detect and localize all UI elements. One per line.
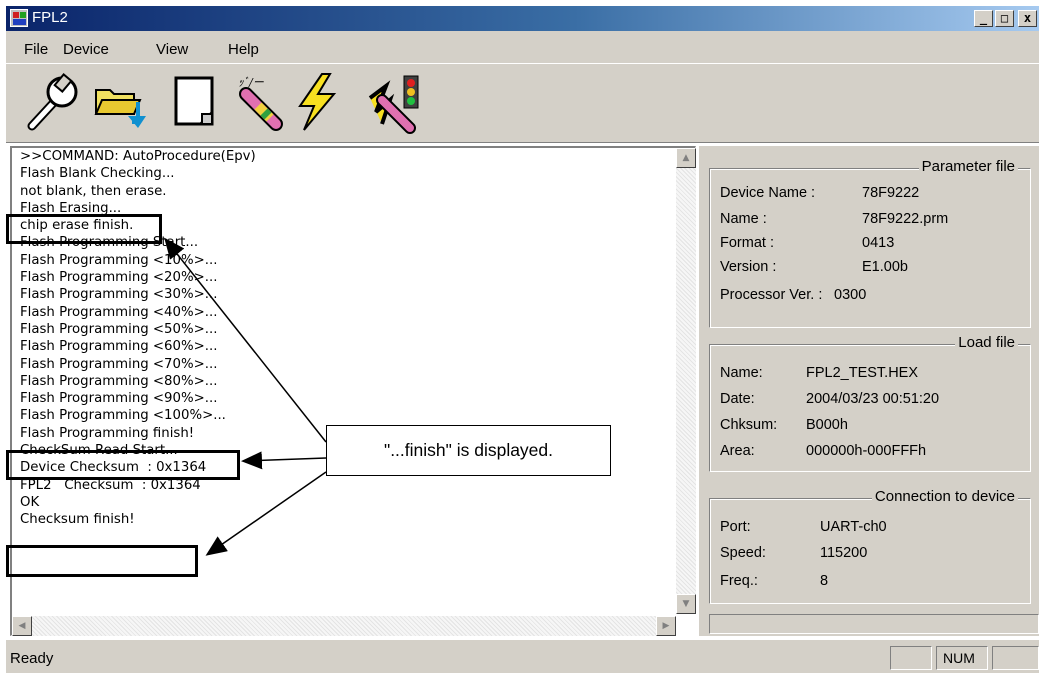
lightning-program-icon[interactable]: [286, 70, 348, 134]
param-label: Processor Ver. :: [720, 287, 823, 303]
verify-eraser-icon[interactable]: ｯﾞ/ー: [232, 70, 294, 134]
log-line: Flash Programming <80%>...: [20, 373, 218, 389]
load-value: B000h: [806, 417, 848, 433]
app-icon[interactable]: [10, 9, 28, 27]
highlight-programming-finish: [6, 450, 240, 480]
connection-value: 115200: [820, 545, 868, 561]
log-line: Flash Programming <30%>...: [20, 287, 218, 303]
connection-title: Connection to device: [871, 488, 1018, 505]
connection-label: Port:: [720, 519, 751, 535]
log-line: Flash Programming <70%>...: [20, 356, 218, 372]
load-value: 000000h-000FFFh: [806, 443, 927, 459]
wrench-icon[interactable]: [20, 70, 82, 134]
progress-bar: [709, 614, 1039, 634]
log-line: Checksum finish!: [20, 512, 135, 528]
status-panel-scroll: [992, 646, 1039, 670]
toolbar: ｯﾞ/ー: [6, 63, 1039, 143]
log-line: Flash Programming <10%>...: [20, 252, 218, 268]
log-line: Flash Programming <100%>...: [20, 408, 226, 424]
param-value: 0300: [834, 287, 867, 303]
callout-label: "...finish" is displayed.: [326, 425, 611, 476]
maximize-button[interactable]: □: [995, 10, 1014, 27]
connection-label: Speed:: [720, 545, 766, 561]
highlight-chip-erase: [6, 214, 162, 244]
scroll-up-icon[interactable]: ▲: [676, 148, 696, 168]
highlight-checksum-finish: [6, 545, 198, 577]
param-value: 78F9222.prm: [862, 211, 949, 227]
menu-file[interactable]: File: [24, 41, 48, 58]
log-line: Flash Blank Checking...: [20, 166, 175, 182]
log-line: OK: [20, 494, 40, 510]
window-title: FPL2: [32, 9, 68, 26]
load-label: Date:: [720, 391, 755, 407]
scroll-right-icon[interactable]: ▶: [656, 616, 676, 636]
connection-label: Freq.:: [720, 573, 758, 589]
status-bar: Ready NUM: [6, 640, 1039, 673]
param-label: Device Name :: [720, 185, 816, 201]
vertical-scrollbar[interactable]: ▲ ▼: [676, 148, 696, 614]
info-panel: Parameter file Device Name : 78F9222 Nam…: [699, 146, 1039, 636]
log-line: Flash Programming <40%>...: [20, 304, 218, 320]
horizontal-scrollbar[interactable]: ◀ ▶: [12, 616, 676, 636]
menu-help[interactable]: Help: [228, 41, 259, 58]
scroll-down-icon[interactable]: ▼: [676, 594, 696, 614]
menu-device[interactable]: Device: [63, 41, 109, 58]
param-value: 0413: [862, 235, 895, 251]
load-label: Area:: [720, 443, 755, 459]
param-value: 78F9222: [862, 185, 920, 201]
load-file-title: Load file: [955, 334, 1018, 351]
log-line: Flash Programming <60%>...: [20, 339, 218, 355]
connection-value: 8: [820, 573, 829, 589]
parameter-file-title: Parameter file: [918, 158, 1018, 175]
menu-bar: File Device View Help: [6, 31, 1039, 63]
log-line: Flash Programming <20%>...: [20, 270, 218, 286]
log-line: >>COMMAND: AutoProcedure(Epv): [20, 149, 256, 164]
scroll-left-icon[interactable]: ◀: [12, 616, 32, 636]
load-file-group: Load file Name: FPL2_TEST.HEX Date: 2004…: [709, 334, 1031, 472]
menu-view[interactable]: View: [156, 41, 188, 58]
load-value: FPL2_TEST.HEX: [806, 365, 919, 381]
log-line: Flash Programming <90%>...: [20, 391, 218, 407]
parameter-file-group: Parameter file Device Name : 78F9222 Nam…: [709, 158, 1031, 328]
status-panel-empty: [890, 646, 932, 670]
close-button[interactable]: x: [1018, 10, 1037, 27]
load-label: Chksum:: [720, 417, 778, 433]
param-label: Format :: [720, 235, 774, 251]
status-text: Ready: [10, 650, 54, 667]
status-num: NUM: [936, 646, 988, 670]
load-value: 2004/03/23 00:51:20: [806, 391, 940, 407]
minimize-button[interactable]: _: [974, 10, 993, 27]
autoprocedure-icon[interactable]: [364, 70, 426, 134]
param-value: E1.00b: [862, 259, 908, 275]
param-label: Name :: [720, 211, 767, 227]
svg-text:ｯﾞ/ー: ｯﾞ/ー: [238, 76, 265, 89]
log-line: not blank, then erase.: [20, 183, 167, 199]
title-bar[interactable]: FPL2 _ □ x: [6, 6, 1039, 31]
param-label: Version :: [720, 259, 777, 275]
load-label: Name:: [720, 365, 763, 381]
connection-group: Connection to device Port: UART-ch0 Spee…: [709, 488, 1031, 604]
blank-page-icon[interactable]: [164, 70, 226, 134]
open-folder-icon[interactable]: [88, 70, 150, 134]
log-line: Flash Programming <50%>...: [20, 321, 218, 337]
connection-value: UART-ch0: [820, 519, 887, 535]
